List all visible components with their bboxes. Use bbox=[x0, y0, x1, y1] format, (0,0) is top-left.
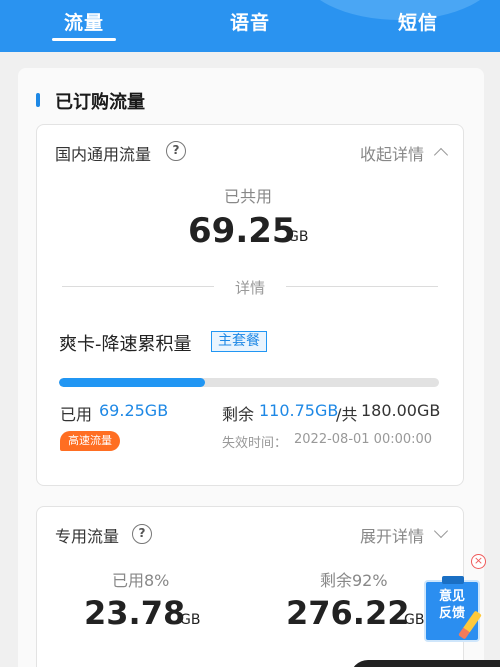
main-plan-tag: 主套餐 bbox=[211, 331, 267, 352]
expand-details-button[interactable]: 展开详情 bbox=[360, 523, 424, 547]
tab-data[interactable]: 流量 bbox=[64, 8, 104, 35]
divider bbox=[62, 286, 214, 287]
high-speed-badge: 高速流量 bbox=[60, 431, 120, 451]
expire-value: 2022-08-01 00:00:00 bbox=[294, 432, 433, 447]
help-icon[interactable]: ? bbox=[166, 141, 186, 161]
dedicated-remain-label: 剩余92% bbox=[320, 571, 388, 590]
section-title: 已订购流量 bbox=[55, 92, 145, 113]
bottom-decoration bbox=[350, 660, 500, 667]
section-marker bbox=[36, 93, 40, 107]
feedback-line1: 意见 bbox=[438, 589, 465, 604]
usage-progress-bar bbox=[59, 378, 439, 387]
dedicated-data-label: 专用流量 bbox=[55, 527, 120, 546]
expire-label: 失效时间： bbox=[222, 436, 288, 451]
detail-label: 详情 bbox=[235, 279, 266, 297]
tab-sms[interactable]: 短信 bbox=[398, 8, 438, 35]
collapse-details-button[interactable]: 收起详情 bbox=[360, 141, 424, 165]
usage-progress-fill bbox=[59, 378, 206, 387]
package-name: 爽卡-降速累积量 bbox=[59, 334, 192, 355]
total-value: 180.00GB bbox=[361, 401, 441, 420]
tab-voice[interactable]: 语音 bbox=[230, 8, 270, 35]
help-icon[interactable]: ? bbox=[132, 524, 152, 544]
dedicated-used-unit: GB bbox=[180, 612, 201, 628]
dedicated-remain-unit: GB bbox=[404, 612, 425, 628]
shared-unit: GB bbox=[288, 229, 309, 245]
active-tab-indicator bbox=[52, 38, 116, 41]
top-tab-bar: 流量 语音 短信 bbox=[0, 0, 500, 52]
dedicated-remain-value: 276.22 bbox=[286, 594, 410, 632]
close-icon[interactable]: × bbox=[471, 554, 486, 569]
shared-value: 69.25 bbox=[188, 211, 296, 251]
shared-label: 已共用 bbox=[224, 187, 273, 206]
feedback-button[interactable]: 意见 反馈 bbox=[424, 576, 482, 642]
clipboard-icon bbox=[442, 576, 464, 584]
used-value: 69.25GB bbox=[99, 401, 169, 420]
domestic-data-label: 国内通用流量 bbox=[55, 145, 152, 164]
dedicated-used-value: 23.78 bbox=[84, 594, 186, 632]
divider bbox=[286, 286, 438, 287]
remain-label: 剩余 bbox=[222, 405, 255, 424]
remain-value: 110.75GB bbox=[259, 401, 339, 420]
dedicated-used-label: 已用8% bbox=[112, 571, 170, 590]
total-separator: /共 bbox=[336, 405, 358, 424]
used-label: 已用 bbox=[60, 405, 93, 424]
